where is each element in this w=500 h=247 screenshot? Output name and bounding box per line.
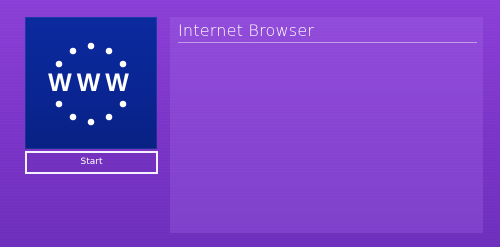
app-info-panel: Internet Browser — [170, 17, 483, 233]
internet-browser-app-tile[interactable]: WWW — [25, 17, 157, 149]
app-title: Internet Browser — [178, 21, 315, 40]
globe-www-icon: WWW — [48, 42, 134, 126]
start-button[interactable]: Start — [25, 151, 158, 174]
tile-www-text: WWW — [48, 69, 134, 97]
title-divider — [178, 42, 477, 43]
